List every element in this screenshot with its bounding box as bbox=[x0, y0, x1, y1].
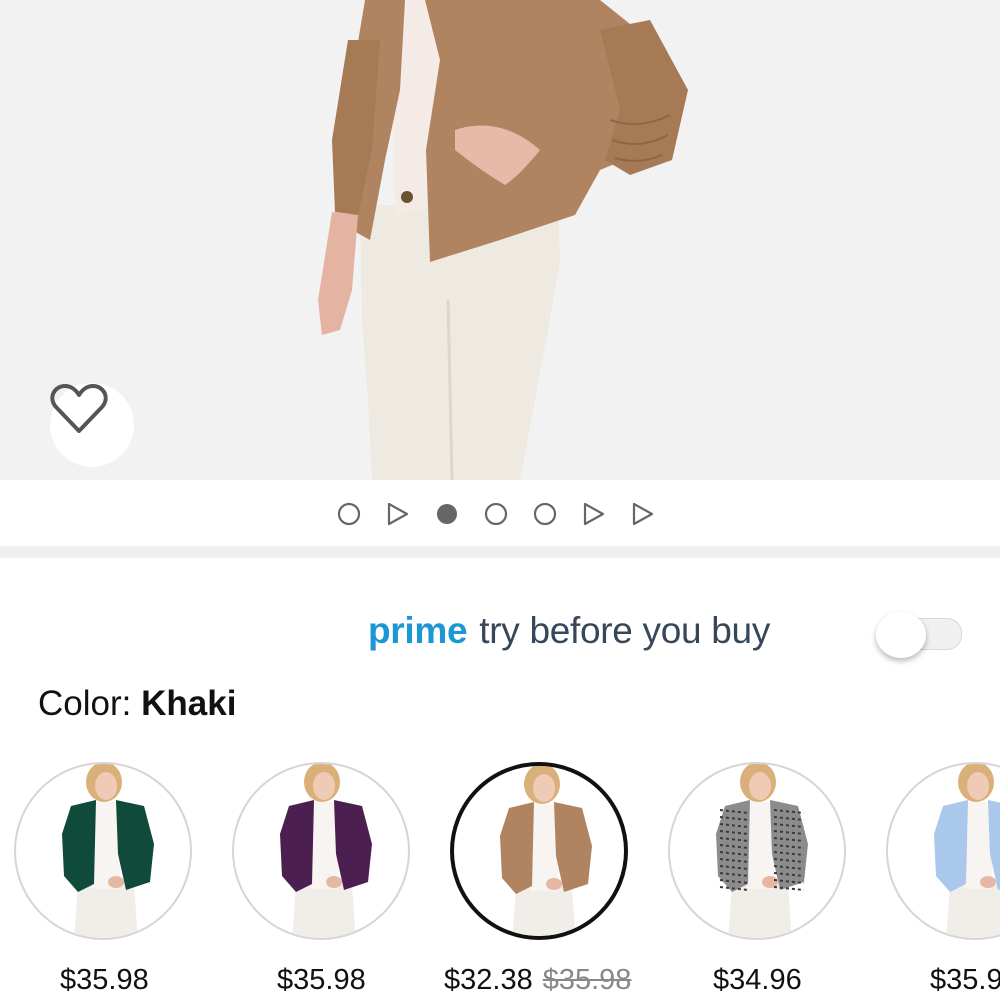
play-outline-icon bbox=[632, 502, 654, 526]
selected-color-name: Khaki bbox=[141, 684, 237, 723]
swatch-price: $35.98 bbox=[60, 964, 149, 997]
product-main-image[interactable] bbox=[0, 0, 1000, 480]
swatch-thumbnail-image bbox=[62, 764, 154, 938]
try-before-you-buy-toggle[interactable] bbox=[876, 612, 964, 658]
current-price: $32.38 bbox=[444, 964, 533, 996]
carousel-indicator-7[interactable] bbox=[630, 500, 679, 528]
prime-logo-text: prime bbox=[368, 610, 468, 651]
image-carousel-indicators bbox=[336, 500, 679, 528]
carousel-indicator-4[interactable] bbox=[483, 500, 532, 528]
circle-filled-icon bbox=[437, 504, 457, 524]
original-price: $35.98 bbox=[542, 964, 632, 996]
swatch-price: $35.98 bbox=[277, 964, 366, 997]
carousel-indicator-2[interactable] bbox=[385, 500, 434, 528]
swatch-thumbnail-image bbox=[934, 764, 1000, 938]
current-price: $35.98 bbox=[277, 964, 366, 996]
color-swatch-khaki[interactable] bbox=[450, 762, 628, 940]
swatch-price: $34.96 bbox=[713, 964, 802, 997]
product-page: prime try before you buy Color: Khaki $3… bbox=[0, 0, 1000, 1000]
color-swatch-purple[interactable] bbox=[232, 762, 410, 940]
section-divider bbox=[0, 546, 1000, 558]
current-price: $35.9 bbox=[930, 964, 1000, 996]
swatch-thumbnail-image bbox=[500, 766, 592, 936]
swatch-price: $32.38 $35.98 bbox=[444, 964, 631, 997]
play-outline-icon bbox=[387, 502, 409, 526]
model-wearing-khaki-blazer-image bbox=[318, 0, 688, 480]
carousel-indicator-5[interactable] bbox=[532, 500, 581, 528]
heart-outline-icon bbox=[50, 384, 108, 433]
color-label: Color: Khaki bbox=[38, 684, 236, 724]
toggle-knob bbox=[876, 612, 926, 658]
prime-try-before-you-buy: prime try before you buy bbox=[368, 604, 770, 658]
current-price: $35.98 bbox=[60, 964, 149, 996]
color-swatch-light-blue[interactable] bbox=[886, 762, 1000, 940]
carousel-indicator-1[interactable] bbox=[336, 500, 385, 528]
circle-outline-icon bbox=[484, 502, 508, 526]
carousel-indicator-3[interactable] bbox=[434, 500, 483, 528]
circle-outline-icon bbox=[337, 502, 361, 526]
swatch-thumbnail-image bbox=[716, 764, 808, 938]
color-label-prefix: Color: bbox=[38, 684, 132, 723]
carousel-indicator-6[interactable] bbox=[581, 500, 630, 528]
play-outline-icon bbox=[583, 502, 605, 526]
color-swatch-dark-green[interactable] bbox=[14, 762, 192, 940]
color-swatch-houndstooth[interactable] bbox=[668, 762, 846, 940]
circle-outline-icon bbox=[533, 502, 557, 526]
swatch-thumbnail-image bbox=[280, 764, 372, 938]
try-before-you-buy-label: try before you buy bbox=[479, 610, 771, 651]
swatch-price: $35.9 bbox=[930, 964, 1000, 997]
current-price: $34.96 bbox=[713, 964, 802, 996]
wishlist-button[interactable] bbox=[50, 383, 134, 467]
